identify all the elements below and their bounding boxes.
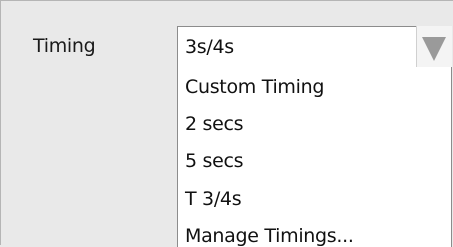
- timing-option-2-secs[interactable]: 2 secs: [185, 113, 244, 135]
- timing-select[interactable]: 3s/4s: [177, 26, 452, 68]
- settings-panel: Timing 3s/4s Custom Timing 2 secs 5 secs…: [0, 0, 453, 247]
- triangle-down-icon: [422, 37, 446, 61]
- timing-label: Timing: [33, 35, 96, 57]
- timing-selected-value: 3s/4s: [185, 36, 234, 58]
- dropdown-toggle-button[interactable]: [416, 26, 452, 68]
- timing-option-custom[interactable]: Custom Timing: [185, 76, 324, 98]
- timing-option-5-secs[interactable]: 5 secs: [185, 150, 244, 172]
- timing-dropdown-list: Custom Timing 2 secs 5 secs T 3/4s Manag…: [177, 67, 452, 247]
- timing-option-manage[interactable]: Manage Timings...: [185, 225, 354, 247]
- timing-option-t-3-4s[interactable]: T 3/4s: [185, 188, 242, 210]
